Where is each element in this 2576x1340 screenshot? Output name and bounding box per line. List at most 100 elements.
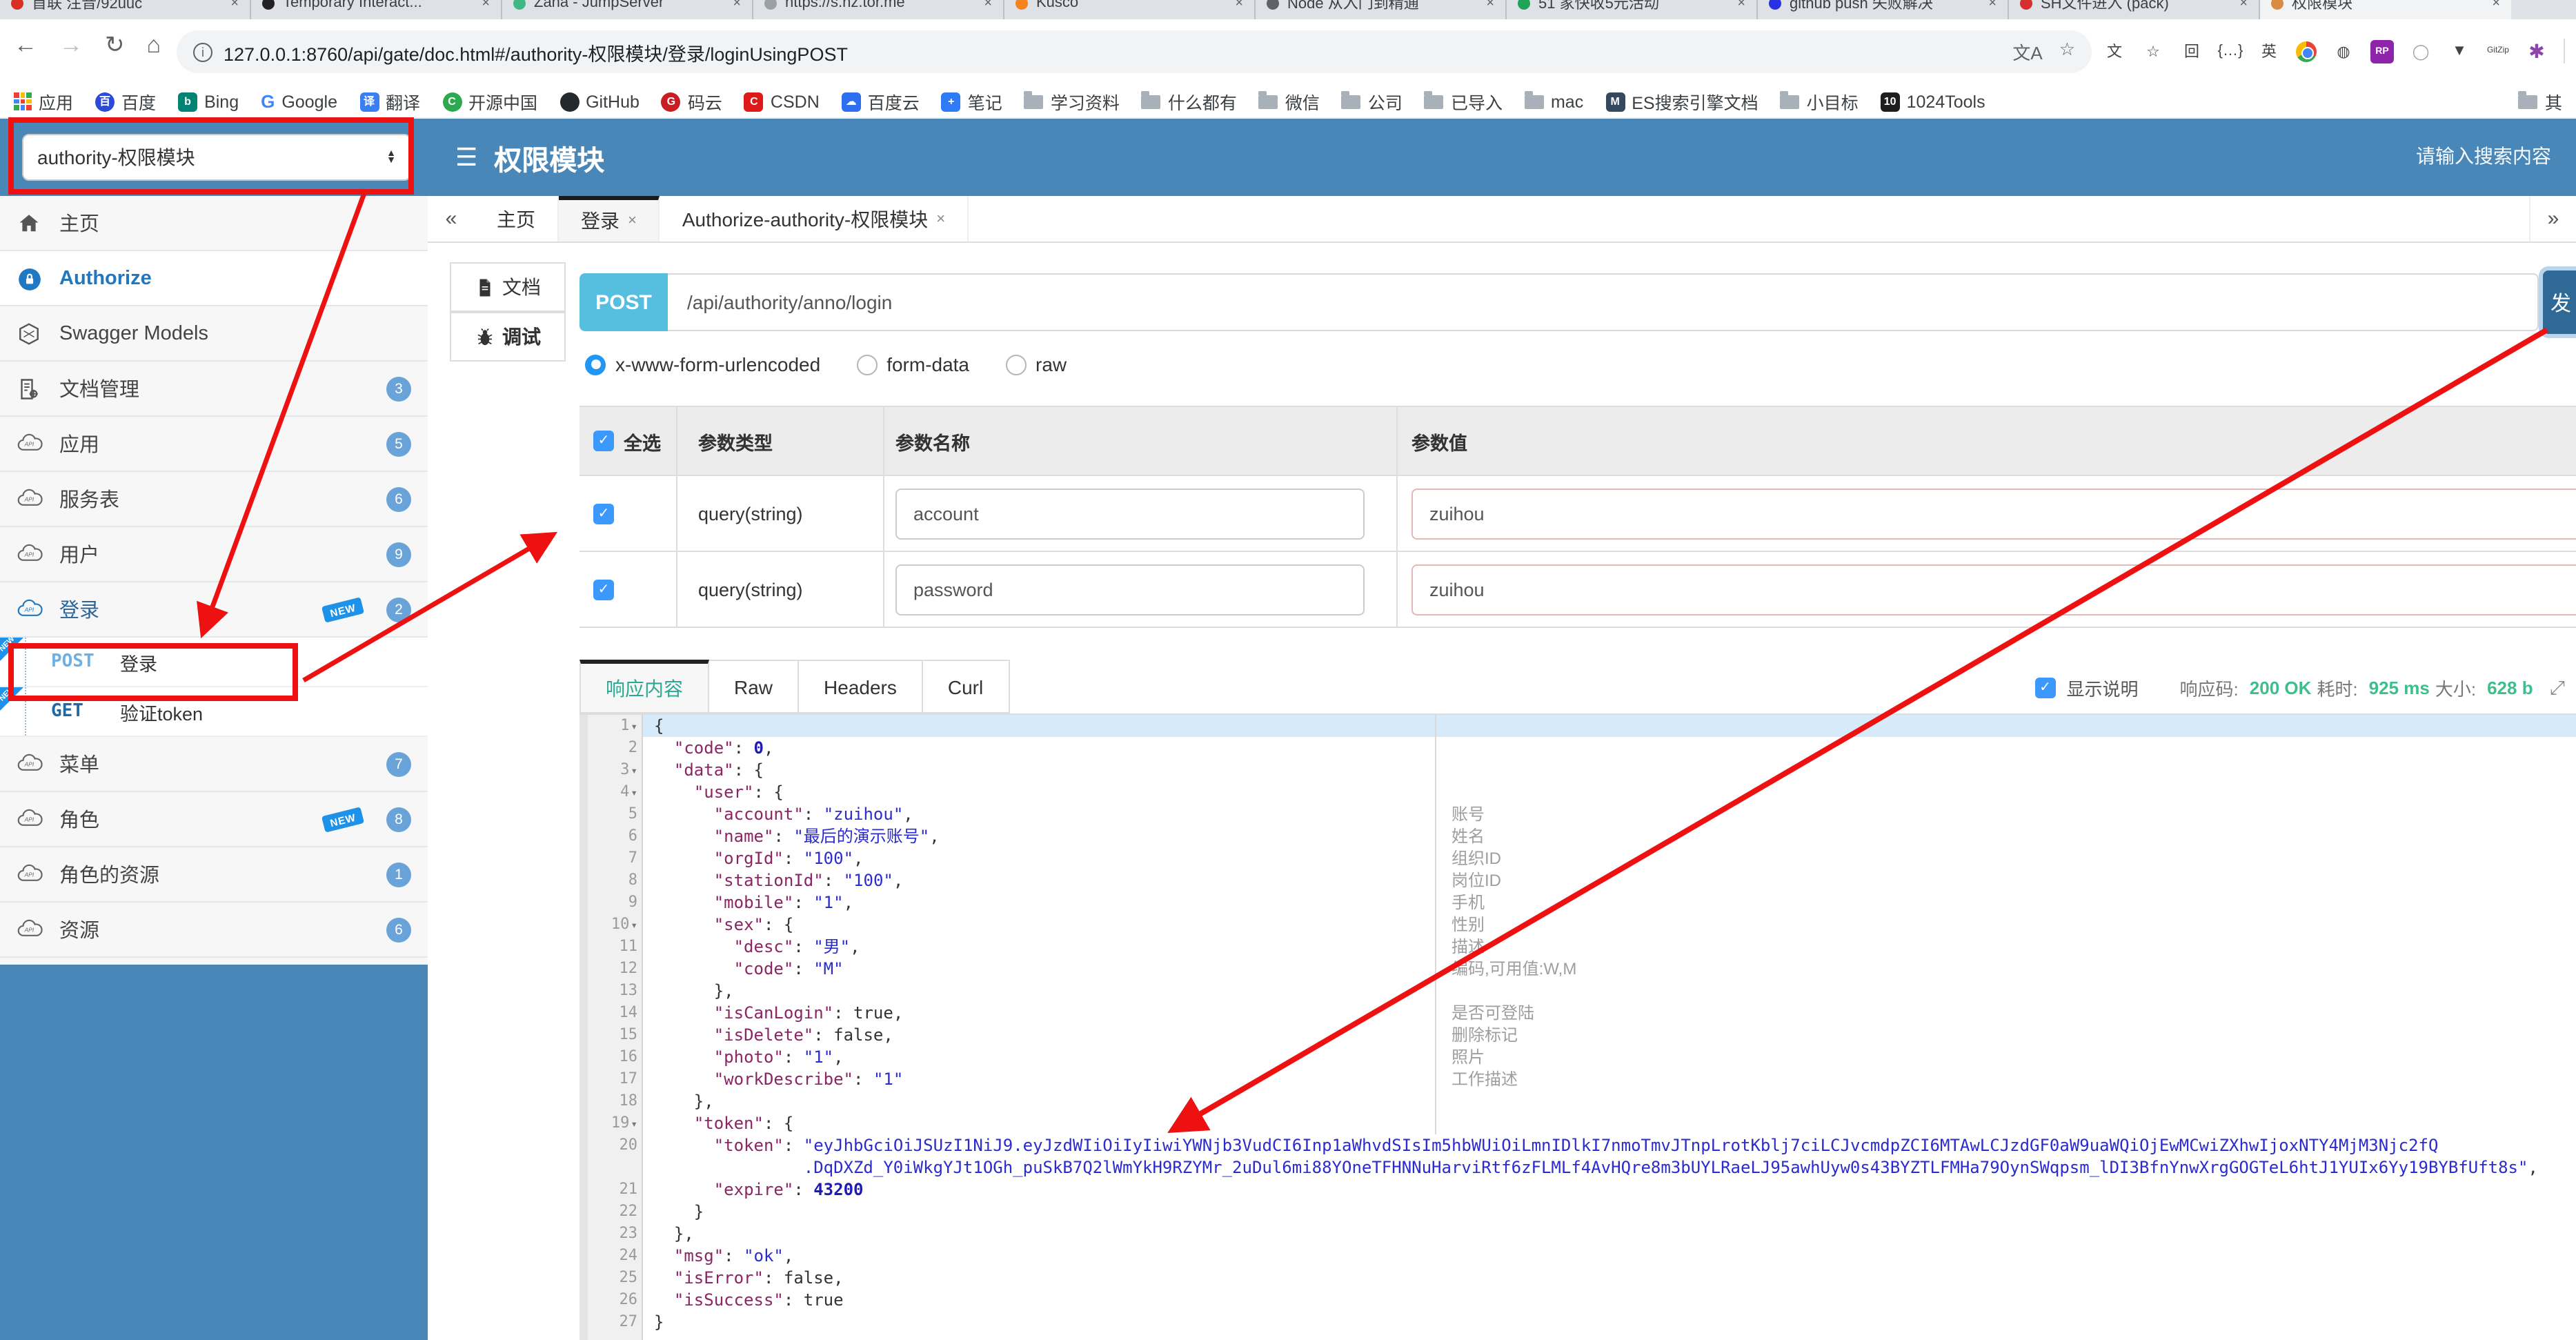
sidebar-item-资源[interactable]: API 资源 6 <box>0 903 428 958</box>
bookmark-item[interactable]: 百百度 <box>95 88 156 115</box>
search-input[interactable]: 请输入搜索内容 <box>2416 142 2551 170</box>
sidebar-item-主页[interactable]: 主页 <box>0 196 428 251</box>
param-value-input[interactable]: zuihou <box>1411 488 2576 539</box>
globe-icon[interactable]: ◍ <box>2332 39 2355 63</box>
reload-icon[interactable]: ↻ <box>105 32 125 59</box>
tab-close-icon[interactable]: × <box>230 0 239 10</box>
param-value-input[interactable]: zuihou <box>1411 564 2576 615</box>
bookmark-item[interactable]: 公司 <box>1341 88 1403 115</box>
bookmark-item[interactable]: GitHub <box>559 92 640 111</box>
qr-icon[interactable]: 回 <box>2180 39 2203 63</box>
shield-chevron-icon[interactable]: ▼ <box>2448 39 2471 63</box>
star-icon[interactable]: ☆ <box>2141 39 2165 63</box>
bookmark-item[interactable]: 已导入 <box>1424 88 1503 115</box>
tab-close-icon[interactable]: × <box>2492 0 2500 10</box>
translate-icon[interactable]: 文 <box>2103 39 2126 63</box>
sidebar-endpoint-登录[interactable]: NEW POST 登录 <box>0 635 428 687</box>
radio-icon[interactable] <box>856 354 878 375</box>
browser-tab[interactable]: Kusco × <box>1004 0 1256 19</box>
site-info-icon[interactable]: i <box>193 42 212 61</box>
response-tab-Curl[interactable]: Curl <box>922 660 1010 713</box>
browser-tab[interactable]: github push 失败解决 × <box>1758 0 2009 19</box>
sidebar-item-用户[interactable]: API 用户 9 <box>0 527 428 582</box>
bookmark-item[interactable]: b Bing <box>178 92 239 111</box>
asterisk-icon[interactable]: ✱ <box>2525 39 2548 63</box>
browser-tab[interactable]: Temporary Interact... × <box>251 0 502 19</box>
response-tab-Headers[interactable]: Headers <box>799 660 923 713</box>
doc-tab-Authorize-authority-权限模块[interactable]: Authorize-authority-权限模块 × <box>660 196 969 242</box>
bookmark-item[interactable]: 译翻译 <box>359 88 420 115</box>
fold-icon[interactable]: ▾ <box>631 765 637 777</box>
translate-icon[interactable]: 文A <box>2012 39 2042 65</box>
sidebar-item-菜单[interactable]: API 菜单 7 <box>0 737 428 792</box>
content-type-raw[interactable]: raw <box>1005 353 1067 375</box>
tab-close-icon[interactable]: × <box>1235 0 1243 10</box>
tab-close-icon[interactable]: × <box>984 0 992 10</box>
bookmark-overflow[interactable]: 其 <box>2518 88 2562 115</box>
doc-tab-登录[interactable]: 登录 × <box>559 196 660 242</box>
bookmark-item[interactable]: G Google <box>261 91 337 112</box>
show-desc-checkbox[interactable]: ✓ <box>2034 677 2056 698</box>
sidebar-item-文档管理[interactable]: 文档管理 3 <box>0 362 428 417</box>
tab-close-icon[interactable]: × <box>733 0 741 10</box>
rp-icon[interactable]: RP <box>2370 39 2394 63</box>
bookmark-item[interactable]: 应用 <box>14 88 73 115</box>
tab-close-icon[interactable]: × <box>2239 0 2248 10</box>
gitzip-icon[interactable]: GitZip <box>2486 39 2510 63</box>
tabs-expand-icon[interactable]: » <box>2529 196 2576 242</box>
bookmark-item[interactable]: C 开源中国 <box>442 88 537 115</box>
sidebar-item-角色的资源[interactable]: API 角色的资源 1 <box>0 847 428 903</box>
sidebar-item-Authorize[interactable]: Authorize <box>0 251 428 306</box>
sidebar-item-Swagger Models[interactable]: Swagger Models <box>0 306 428 362</box>
bookmark-item[interactable]: ☁ 百度云 <box>841 88 920 115</box>
tabs-collapse-icon[interactable]: « <box>428 196 475 242</box>
sidebar-item-应用[interactable]: API 应用 5 <box>0 417 428 472</box>
panel-tab-文档[interactable]: 文档 <box>450 262 566 312</box>
menu-icon[interactable]: ☰ <box>455 144 477 173</box>
bookmark-star-icon[interactable]: ☆ <box>2059 39 2075 65</box>
bookmark-item[interactable]: 10 1024Tools <box>1880 92 1985 111</box>
bookmark-item[interactable]: mac <box>1524 90 1583 111</box>
response-tab-Raw[interactable]: Raw <box>709 660 800 713</box>
sidebar-item-登录[interactable]: API 登录 NEW 2 <box>0 582 428 638</box>
forward-icon[interactable]: → <box>59 32 83 59</box>
fold-icon[interactable]: ▾ <box>631 1118 637 1130</box>
bookmark-item[interactable]: 什么都有 <box>1141 88 1237 115</box>
browser-tab[interactable]: Node 从入门到精通 × <box>1256 0 1507 19</box>
param-checkbox[interactable]: ✓ <box>593 503 614 524</box>
request-url-input[interactable]: /api/authority/anno/login <box>668 273 2539 331</box>
panel-tab-调试[interactable]: 调试 <box>450 312 566 362</box>
sidebar-endpoint-验证token[interactable]: NEW GET 验证token <box>0 685 428 737</box>
tab-close-icon[interactable]: × <box>628 213 637 229</box>
param-checkbox[interactable]: ✓ <box>593 579 614 600</box>
ring-icon[interactable]: ◯ <box>2409 39 2433 63</box>
radio-icon[interactable] <box>1005 354 1027 375</box>
browser-tab[interactable]: 首联 注音/92uuc × <box>0 0 251 19</box>
expand-icon[interactable]: ⤢ <box>2550 676 2565 699</box>
param-name-input[interactable]: account <box>895 488 1365 539</box>
braces-icon[interactable]: {…} <box>2218 39 2243 63</box>
fold-icon[interactable]: ▾ <box>631 787 637 799</box>
fold-icon[interactable]: ▾ <box>631 720 637 733</box>
tab-close-icon[interactable]: × <box>1737 0 1745 10</box>
fold-icon[interactable]: ▾ <box>631 919 637 932</box>
send-button[interactable]: 发 <box>2543 270 2576 334</box>
content-type-form-data[interactable]: form-data <box>856 353 969 375</box>
chrome-icon[interactable] <box>2296 41 2317 61</box>
browser-tab[interactable]: Zana - JumpServer × <box>502 0 753 19</box>
english-pen-icon[interactable]: 英 <box>2257 39 2281 63</box>
home-icon[interactable]: ⌂ <box>147 32 161 59</box>
browser-tab[interactable]: 51 家快收5元活动 × <box>1507 0 1758 19</box>
content-type-x-www-form-urlencoded[interactable]: x-www-form-urlencoded <box>585 353 820 375</box>
tab-close-icon[interactable]: × <box>1988 0 1997 10</box>
browser-tab[interactable]: SH文件进入 (pack) × <box>2009 0 2260 19</box>
bookmark-item[interactable]: M ES搜索引擎文档 <box>1605 88 1758 115</box>
bookmark-item[interactable]: 微信 <box>1258 88 1320 115</box>
select-all-checkbox[interactable]: ✓ <box>593 431 614 451</box>
doc-tab-主页[interactable]: 主页 <box>475 196 559 242</box>
bookmark-item[interactable]: C CSDN <box>744 92 820 111</box>
tab-close-icon[interactable]: × <box>482 0 490 10</box>
browser-tab[interactable]: 权限模块 × <box>2260 0 2511 19</box>
radio-icon[interactable] <box>585 354 606 375</box>
bookmark-item[interactable]: + 笔记 <box>941 88 1002 115</box>
